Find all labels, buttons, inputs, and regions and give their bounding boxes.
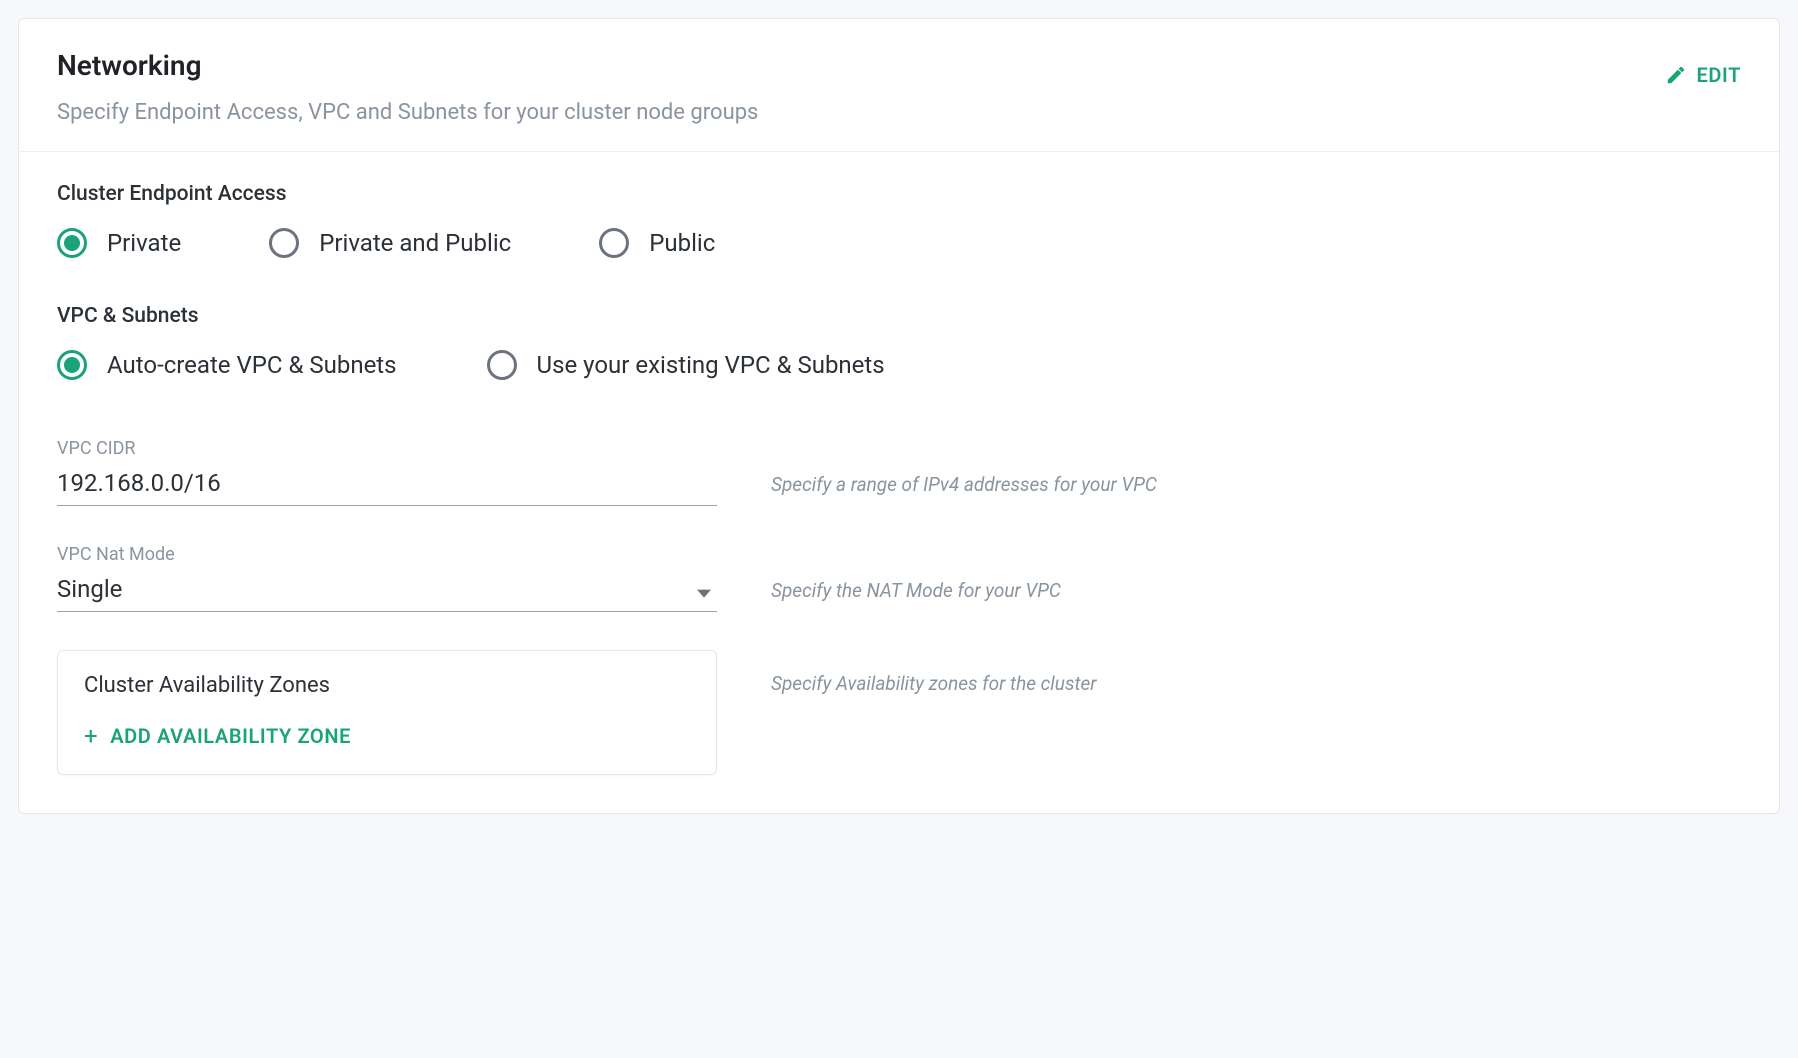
vpc-fields-grid: VPC CIDR Specify a range of IPv4 address… [57,438,1741,775]
vpc-nat-label: VPC Nat Mode [57,544,717,565]
add-availability-zone-label: ADD AVAILABILITY ZONE [110,724,351,748]
radio-indicator [57,228,87,258]
radio-indicator [269,228,299,258]
radio-public[interactable]: Public [599,228,715,258]
radio-label: Use your existing VPC & Subnets [537,351,885,379]
edit-button-label: EDIT [1697,63,1741,87]
pencil-icon [1665,64,1687,86]
radio-label: Auto-create VPC & Subnets [107,351,397,379]
card-header: Networking Specify Endpoint Access, VPC … [19,19,1779,152]
plus-icon: + [84,724,98,748]
card-title: Networking [57,49,758,82]
radio-existing-vpc[interactable]: Use your existing VPC & Subnets [487,350,885,380]
radio-indicator [599,228,629,258]
vpc-subnets-label: VPC & Subnets [57,304,1741,328]
vpc-cidr-field: VPC CIDR [57,438,717,506]
vpc-nat-field: VPC Nat Mode [57,544,717,612]
radio-label: Private [107,229,181,257]
vpc-nat-help: Specify the NAT Mode for your VPC [771,579,1741,612]
card-subtitle: Specify Endpoint Access, VPC and Subnets… [57,100,758,125]
vpc-nat-select[interactable] [57,571,717,612]
radio-label: Private and Public [319,229,511,257]
vpc-subnets-radio-group: Auto-create VPC & Subnets Use your exist… [57,350,1741,380]
endpoint-access-radio-group: Private Private and Public Public [57,228,1741,258]
vpc-cidr-label: VPC CIDR [57,438,717,459]
radio-indicator [57,350,87,380]
radio-private-public[interactable]: Private and Public [269,228,511,258]
radio-label: Public [649,229,715,257]
radio-private[interactable]: Private [57,228,181,258]
radio-auto-create-vpc[interactable]: Auto-create VPC & Subnets [57,350,397,380]
availability-zones-card: Cluster Availability Zones + ADD AVAILAB… [57,650,717,775]
add-availability-zone-button[interactable]: + ADD AVAILABILITY ZONE [84,724,351,748]
availability-zones-help: Specify Availability zones for the clust… [771,650,1741,705]
endpoint-access-label: Cluster Endpoint Access [57,182,1741,206]
card-header-left: Networking Specify Endpoint Access, VPC … [57,49,758,125]
card-body: Cluster Endpoint Access Private Private … [19,152,1779,813]
edit-button[interactable]: EDIT [1665,49,1741,87]
vpc-cidr-help: Specify a range of IPv4 addresses for yo… [771,473,1741,506]
availability-zones-title: Cluster Availability Zones [84,673,690,698]
vpc-cidr-input[interactable] [57,465,717,506]
networking-card: Networking Specify Endpoint Access, VPC … [18,18,1780,814]
vpc-nat-value[interactable] [57,571,717,612]
radio-indicator [487,350,517,380]
